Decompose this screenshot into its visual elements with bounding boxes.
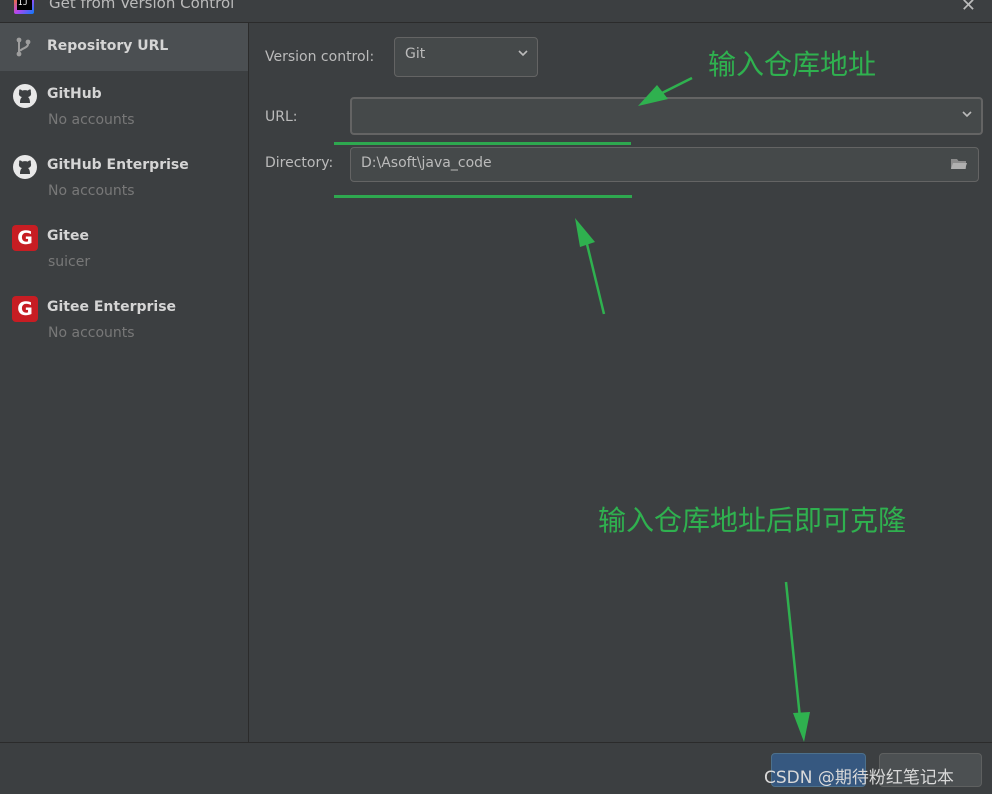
close-icon[interactable]: ✕ bbox=[961, 0, 976, 16]
sidebar: Repository URL GitHub No accounts GitHub… bbox=[0, 23, 249, 742]
sidebar-item-subtitle: No accounts bbox=[48, 325, 135, 341]
gitee-icon: G bbox=[12, 296, 38, 322]
directory-input[interactable]: D:\Asoft\java_code bbox=[350, 147, 979, 182]
github-icon bbox=[12, 83, 38, 113]
git-branch-icon bbox=[12, 36, 34, 62]
annotation-underline-directory bbox=[334, 195, 632, 198]
chevron-down-icon[interactable] bbox=[961, 107, 973, 121]
sidebar-item-label: Gitee Enterprise bbox=[47, 299, 177, 315]
watermark: CSDN @期待粉红笔记本 bbox=[764, 768, 954, 788]
url-input[interactable] bbox=[350, 97, 983, 135]
gitee-icon: G bbox=[12, 225, 38, 251]
sidebar-item-label: GitHub Enterprise bbox=[47, 157, 189, 173]
sidebar-item-github-enterprise[interactable]: GitHub Enterprise No accounts bbox=[0, 142, 248, 213]
intellij-app-icon: IJ bbox=[14, 0, 34, 14]
annotation-clone-hint: 输入仓库地址后即可克隆 bbox=[598, 504, 907, 537]
title-bar: IJ Get from Version Control ✕ bbox=[0, 0, 992, 23]
directory-label: Directory: bbox=[265, 155, 334, 171]
sidebar-item-gitee[interactable]: G Gitee suicer bbox=[0, 213, 248, 284]
annotation-enter-url: 输入仓库地址 bbox=[708, 48, 877, 81]
sidebar-item-label: Gitee bbox=[47, 228, 89, 244]
sidebar-item-gitee-enterprise[interactable]: G Gitee Enterprise No accounts bbox=[0, 284, 248, 355]
sidebar-item-github[interactable]: GitHub No accounts bbox=[0, 71, 248, 142]
version-control-value: Git bbox=[405, 46, 426, 62]
version-control-label: Version control: bbox=[265, 49, 375, 65]
sidebar-item-repository-url[interactable]: Repository URL bbox=[0, 23, 248, 71]
folder-open-icon[interactable] bbox=[950, 156, 968, 172]
sidebar-item-subtitle: No accounts bbox=[48, 183, 135, 199]
main-panel: Version control: Git URL: Directory: D:\… bbox=[249, 23, 992, 742]
github-icon bbox=[12, 154, 38, 184]
url-label: URL: bbox=[265, 109, 298, 125]
sidebar-item-subtitle: No accounts bbox=[48, 112, 135, 128]
chevron-down-icon bbox=[518, 50, 528, 57]
sidebar-item-label: GitHub bbox=[47, 86, 102, 102]
sidebar-item-subtitle: suicer bbox=[48, 254, 91, 270]
window-title: Get from Version Control bbox=[49, 0, 235, 12]
version-control-select[interactable]: Git bbox=[394, 37, 538, 77]
directory-value: D:\Asoft\java_code bbox=[361, 155, 492, 171]
sidebar-item-label: Repository URL bbox=[47, 38, 169, 54]
annotation-underline-url bbox=[334, 142, 631, 145]
